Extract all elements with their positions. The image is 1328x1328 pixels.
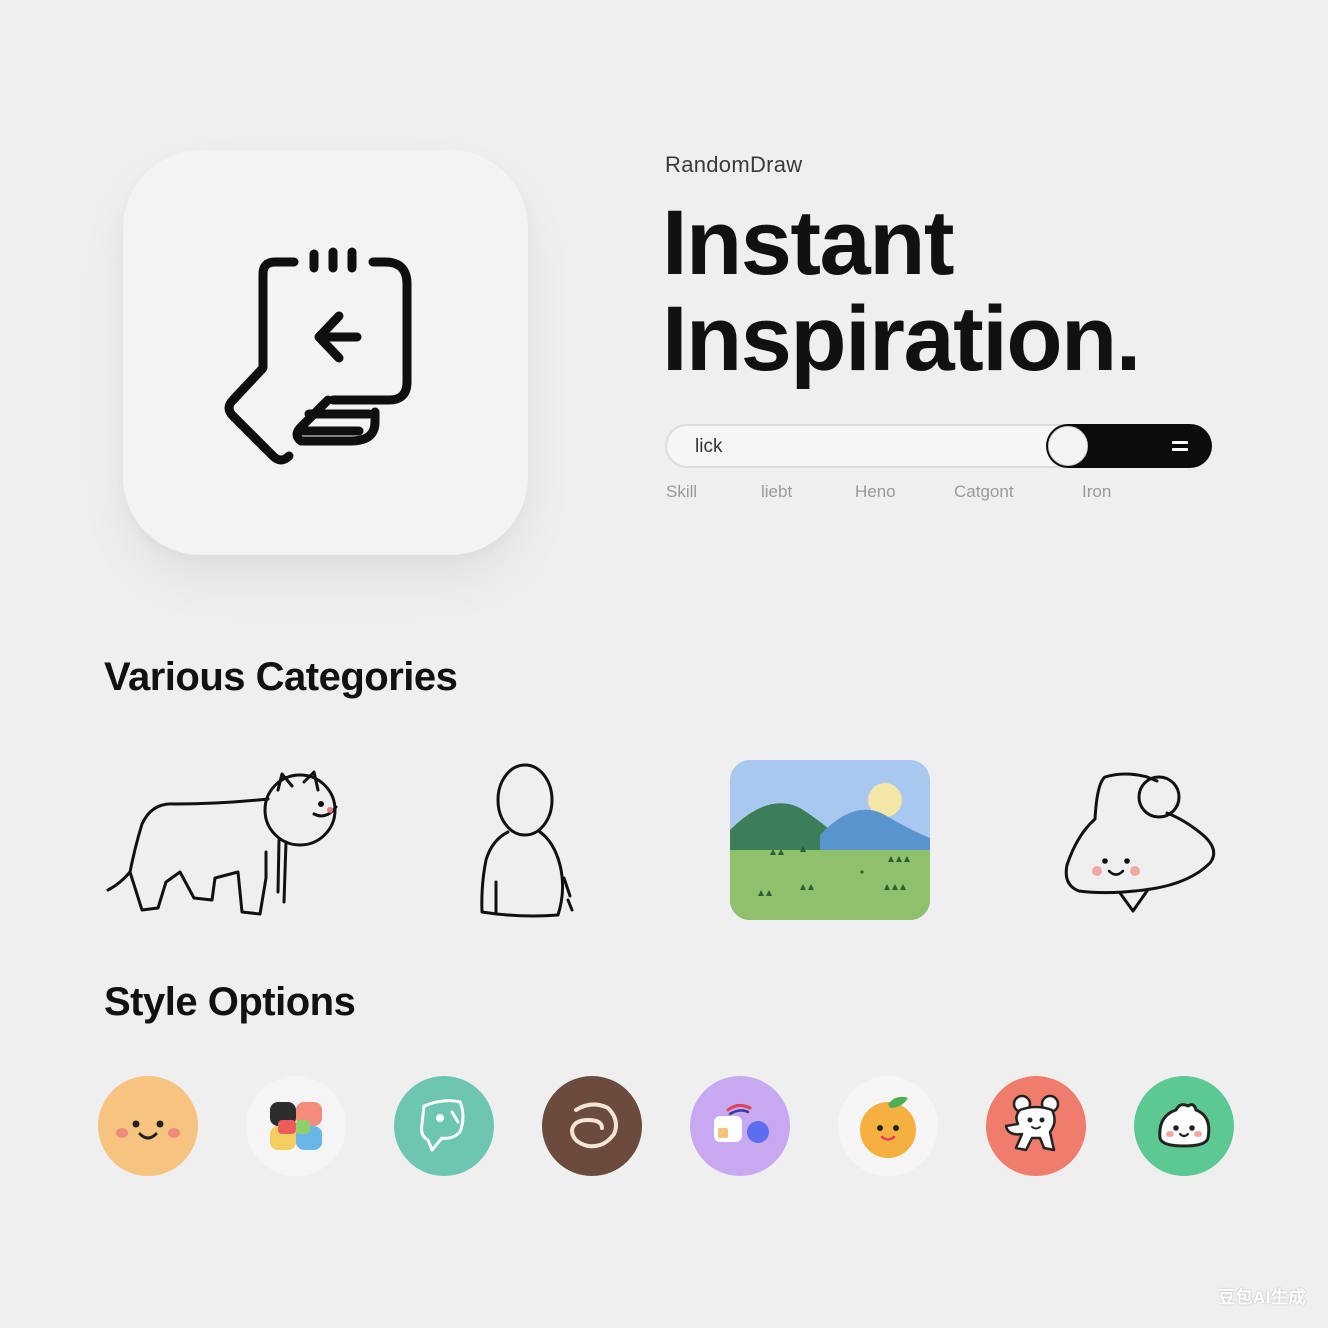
style-option-bun[interactable] [1134, 1076, 1234, 1176]
hero-title: Instant Inspiration. [662, 195, 1282, 387]
styles-title: Style Options [104, 980, 356, 1024]
filter-tab-category[interactable]: Catgont [954, 482, 1014, 502]
landscape-icon [730, 760, 930, 920]
category-landscape[interactable] [730, 760, 930, 927]
style-option-sketch[interactable] [394, 1076, 494, 1176]
sketch-face-icon [420, 1099, 465, 1152]
shapes-icon [714, 1103, 769, 1143]
mouse-character-icon [1004, 1094, 1060, 1152]
hero-title-line-2: Inspiration. [662, 288, 1141, 390]
watermark: 豆包AI生成 [1218, 1288, 1306, 1307]
menu-icon[interactable] [1172, 439, 1188, 453]
hero-title-line-1: Instant [662, 192, 955, 294]
style-option-spiral[interactable] [542, 1076, 642, 1176]
style-option-color-blocks[interactable] [246, 1076, 346, 1176]
toggle-knob[interactable] [1048, 426, 1088, 466]
app-logo-icon [224, 247, 412, 465]
categories-title: Various Categories [104, 655, 458, 699]
person-icon [480, 763, 574, 918]
app-icon-card [123, 150, 528, 555]
style-option-orange[interactable] [838, 1076, 938, 1176]
smiley-face-icon [116, 1120, 180, 1140]
spiral-icon [569, 1102, 618, 1149]
filter-tab-2[interactable]: liebt [761, 482, 792, 502]
character-icon [1064, 772, 1216, 913]
style-option-mouse[interactable] [986, 1076, 1086, 1176]
animal-icon [106, 770, 338, 916]
style-option-smiley[interactable] [98, 1076, 198, 1176]
category-person[interactable] [470, 760, 590, 930]
category-animal[interactable] [100, 762, 350, 932]
category-character[interactable] [1055, 765, 1225, 920]
filter-tab-skill[interactable]: Skill [666, 482, 697, 502]
filter-tab-3[interactable]: Heno [855, 482, 896, 502]
color-blocks-icon [270, 1102, 322, 1150]
search-input-value[interactable]: lick [695, 436, 722, 458]
filter-tab-5[interactable]: Iron [1082, 482, 1111, 502]
mode-toggle[interactable] [1046, 424, 1212, 468]
orange-fruit-icon [860, 1096, 916, 1158]
style-option-shapes[interactable] [690, 1076, 790, 1176]
cute-bun-icon [1158, 1103, 1211, 1148]
brand-name: RandomDraw [665, 152, 803, 177]
